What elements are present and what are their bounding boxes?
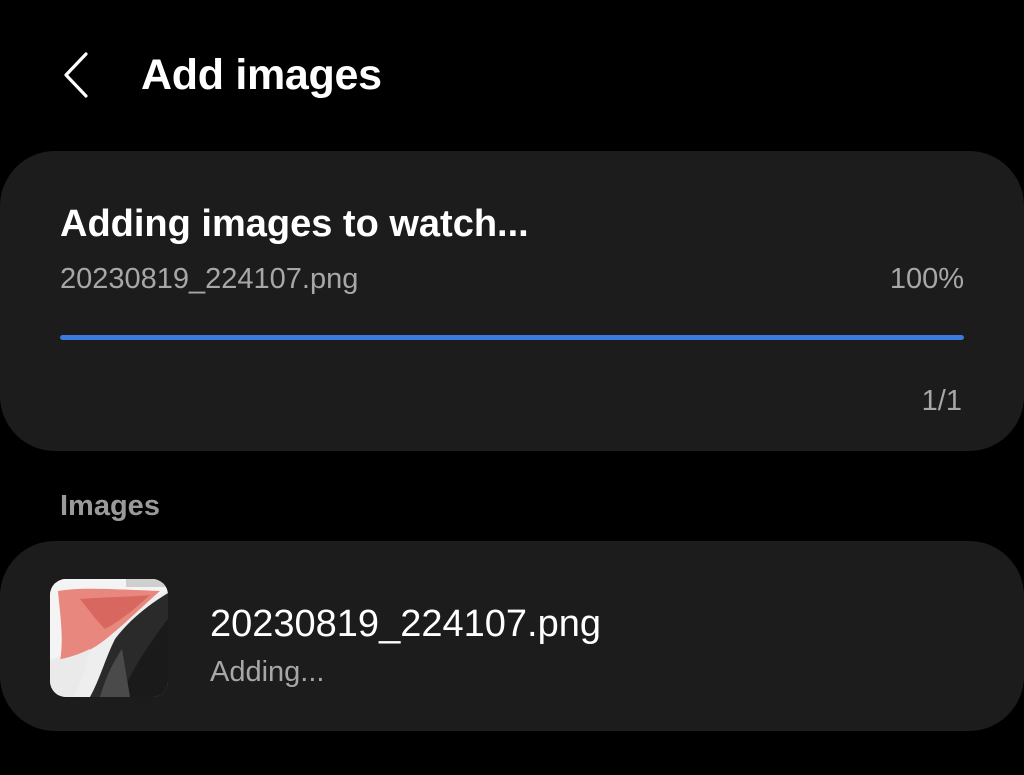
image-item-status: Adding... [210, 656, 325, 688]
back-button[interactable] [52, 48, 104, 100]
progress-bar-fill [60, 335, 964, 340]
image-item-name: 20230819_224107.png [210, 603, 601, 645]
image-list-item[interactable]: 20230819_224107.png Adding... [0, 541, 1024, 731]
progress-bar-track [60, 335, 964, 340]
progress-percent: 100% [889, 263, 964, 295]
add-images-screen: Add images Adding images to watch... 202… [0, 0, 1024, 775]
progress-count: 1/1 [921, 385, 962, 417]
header: Add images [0, 40, 1024, 110]
chevron-left-icon [64, 52, 88, 98]
page-title: Add images [141, 51, 382, 99]
images-section-label: Images [60, 490, 160, 522]
progress-heading: Adding images to watch... [60, 203, 529, 245]
progress-card: Adding images to watch... 20230819_22410… [0, 151, 1024, 451]
progress-current-file: 20230819_224107.png [60, 263, 359, 295]
image-thumbnail [50, 579, 168, 697]
